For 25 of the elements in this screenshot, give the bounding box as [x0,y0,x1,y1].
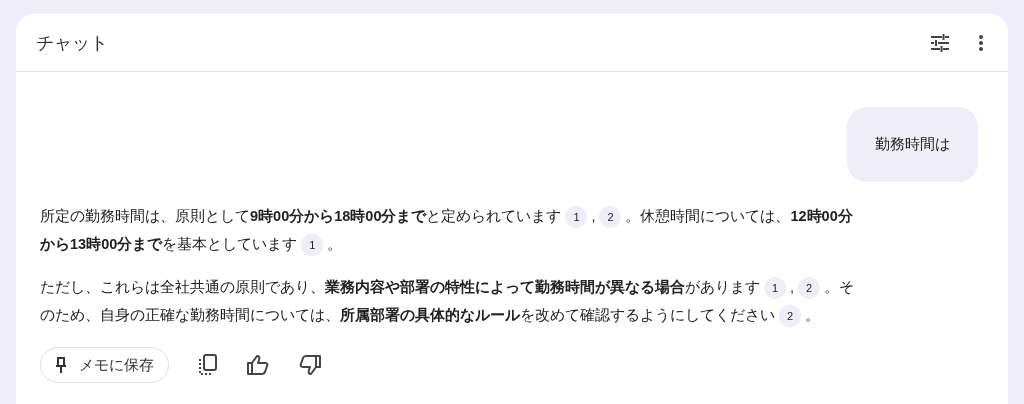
answer-text: 。 [327,236,343,252]
panel-title: チャット [36,31,108,55]
copy-icon[interactable] [199,354,217,376]
thumbs-down-icon[interactable] [299,355,321,375]
answer-text: から13時00分までを基本としています [40,236,298,252]
answer-text: , [591,208,596,224]
citation-link[interactable]: 2 [599,206,622,229]
answer-text: 。 [805,307,820,323]
citation-link[interactable]: 1 [565,206,588,229]
answer-text: 。そ [824,279,855,295]
thumbs-up-icon[interactable] [247,355,269,375]
answer-text: 。休憩時間については、12時00分 [625,208,853,224]
answer-text: のため、自身の正確な勤務時間については、所属部署の具体的なルールを改めて確認するようにしてください [40,307,775,323]
answer-text: , [790,279,795,295]
user-message: 勤務時間は [847,107,978,182]
citation-link[interactable]: 2 [798,277,821,300]
citation-link[interactable]: 1 [301,234,324,257]
answer-text: 所定の勤務時間は、原則として9時00分から18時00分までと定められています [40,208,562,224]
citation-link[interactable]: 1 [764,277,786,300]
citation-link[interactable]: 2 [779,305,801,328]
more-icon[interactable] [978,33,984,52]
settings-icon[interactable] [930,33,950,52]
answer-text: ただし、これらは全社共通の原則であり、業務内容や部署の特性によって勤務時間が異なる場合があります [40,279,760,295]
save-to-memo-button[interactable]: メモに保存 [40,347,169,383]
pin-icon [55,357,67,373]
